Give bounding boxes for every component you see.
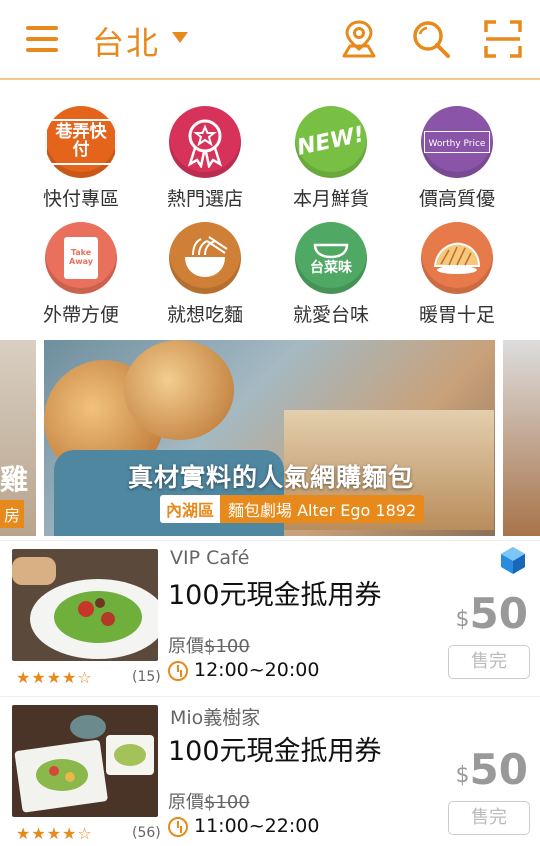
bread-image (124, 340, 234, 440)
category-label: 本月鮮貨 (292, 188, 369, 210)
deal-price: $50 (455, 589, 528, 638)
category-hot-stores[interactable]: 熱門選店 (140, 106, 270, 211)
location-pin-icon[interactable] (338, 18, 380, 60)
banner-prev-text: 雞 (0, 463, 29, 496)
clock-icon (168, 661, 188, 681)
pastry-icon (421, 222, 493, 294)
category-label: 就想吃麵 (166, 304, 243, 326)
original-price: 原價$100 (168, 792, 250, 813)
banner-prev-slide[interactable]: 雞 房 (0, 340, 36, 536)
deal-price: $50 (455, 745, 528, 794)
category-label: 暖胃十足 (418, 304, 495, 326)
taiwanese-food-icon: 台菜味 (295, 222, 367, 294)
category-taiwanese[interactable]: 台菜味 就愛台味 (266, 222, 396, 327)
rating-stars: ★★★★☆ (16, 668, 93, 687)
banner-prev-tag: 房 (0, 500, 25, 528)
app-header: 台北 (0, 0, 540, 80)
new-badge-icon: NEW! (295, 106, 367, 178)
noodle-bowl-icon (169, 222, 241, 294)
quick-pay-icon: 巷弄快付 (45, 106, 117, 178)
city-selector[interactable]: 台北 (92, 18, 160, 64)
scan-icon[interactable] (482, 18, 524, 60)
banner-area: 內湖區 (160, 495, 221, 523)
original-price: 原價$100 (168, 636, 250, 657)
banner-carousel[interactable]: 雞 房 真材實料的人氣網購麵包 內湖區 麵包劇場 Alter Ego 1892 (0, 340, 540, 536)
category-warm-stomach[interactable]: 暖胃十足 (392, 222, 522, 327)
deal-title: 100元現金抵用券 (168, 580, 382, 611)
caret-down-icon[interactable] (172, 32, 188, 43)
review-count: (56) (132, 825, 161, 841)
banner-next-slide[interactable] (503, 340, 540, 536)
takeaway-bag-icon: Take Away (45, 222, 117, 294)
banner-tag: 內湖區 麵包劇場 Alter Ego 1892 (160, 495, 425, 523)
deal-title: 100元現金抵用券 (168, 736, 382, 767)
clock-icon (168, 817, 188, 837)
deal-item[interactable]: ★★★★☆ (56) Mio義樹家 100元現金抵用券 原價$100 11:00… (0, 696, 540, 846)
menu-icon[interactable] (26, 26, 58, 52)
category-label: 價高質優 (418, 188, 495, 210)
category-worthy-price[interactable]: Worthy Price 價高質優 (392, 106, 522, 211)
deal-photo (12, 705, 158, 817)
deal-hours: 12:00~20:00 (194, 659, 320, 681)
category-label: 就愛台味 (292, 304, 369, 326)
sold-out-button[interactable]: 售完 (448, 801, 530, 835)
sold-out-button[interactable]: 售完 (448, 645, 530, 679)
store-name: Mio義樹家 (170, 707, 261, 729)
store-name: VIP Café (170, 547, 250, 569)
category-label: 熱門選店 (166, 188, 243, 210)
worthy-price-icon: Worthy Price (421, 106, 493, 178)
deal-item[interactable]: ★★★★☆ (15) VIP Café 100元現金抵用券 原價$100 12:… (0, 540, 540, 692)
award-ribbon-icon (169, 106, 241, 178)
category-monthly-fresh[interactable]: NEW! 本月鮮貨 (266, 106, 396, 211)
banner-headline: 真材實料的人氣網購麵包 (128, 463, 415, 492)
review-count: (15) (132, 669, 161, 685)
rating-stars: ★★★★☆ (16, 824, 93, 843)
search-icon[interactable] (410, 18, 452, 60)
category-noodles[interactable]: 就想吃麵 (140, 222, 270, 327)
banner-shop: 麵包劇場 Alter Ego 1892 (220, 495, 425, 523)
category-takeaway[interactable]: Take Away 外帶方便 (16, 222, 146, 327)
category-quick-pay[interactable]: 巷弄快付 快付專區 (16, 106, 146, 211)
category-label: 快付專區 (42, 188, 119, 210)
deal-photo (12, 549, 158, 661)
deal-hours: 11:00~22:00 (194, 815, 320, 837)
cube-badge-icon (501, 547, 525, 574)
category-label: 外帶方便 (42, 304, 119, 326)
